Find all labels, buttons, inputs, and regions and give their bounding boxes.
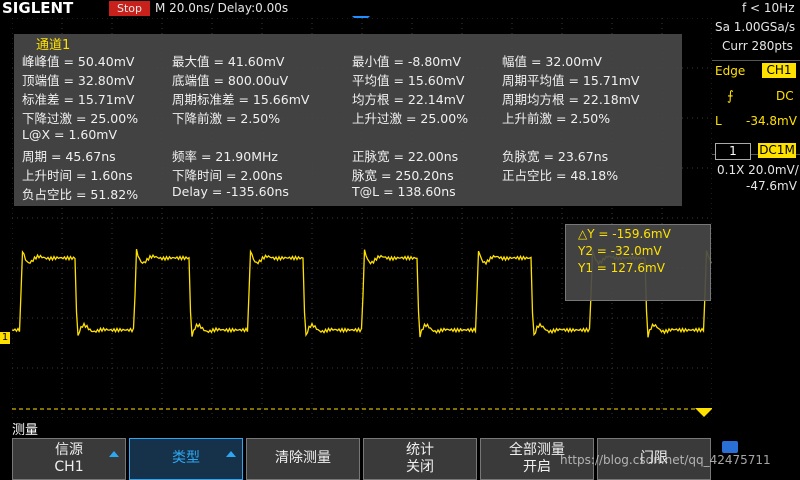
submenu-arrow-icon bbox=[109, 451, 119, 457]
measurement-value: 峰峰值 = 50.40mV bbox=[22, 54, 135, 69]
measurement-value: 负脉宽 = 23.67ns bbox=[502, 149, 609, 164]
cursor-readout-panel: △Y = -159.6mV Y2 = -32.0mV Y1 = 127.6mV bbox=[565, 224, 711, 301]
watermark-text: https://blog.csdn.net/qq_42475711 bbox=[560, 453, 771, 467]
right-info-panel: Sa 1.00GSa/s Curr 280pts Edge ⨍ DC L -34… bbox=[712, 18, 800, 436]
measurement-value: 下降前激 = 2.50% bbox=[172, 111, 281, 126]
trigger-level: -34.8mV bbox=[746, 114, 797, 128]
measurement-value: 周期平均值 = 15.71mV bbox=[502, 73, 640, 88]
channel-number[interactable]: 1 bbox=[715, 143, 751, 160]
button-label: 清除测量 bbox=[275, 450, 331, 466]
measurement-value: 正占空比 = 48.18% bbox=[502, 168, 619, 183]
acquisition-info: Sa 1.00GSa/s Curr 280pts bbox=[712, 18, 800, 61]
trigger-source-badge: CH1 bbox=[762, 63, 796, 78]
run-stop-status[interactable]: Stop bbox=[109, 1, 150, 16]
measurement-value: L@X = 1.60mV bbox=[22, 127, 118, 142]
rising-edge-icon: ⨍ bbox=[727, 89, 734, 104]
channel-coupling[interactable]: DC1M bbox=[758, 143, 796, 158]
measurement-value: 脉宽 = 250.20ns bbox=[352, 168, 454, 183]
measurement-value: 上升前激 = 2.50% bbox=[502, 111, 611, 126]
channel-scale: 0.1X 20.0mV/ bbox=[717, 163, 799, 177]
measurement-value: 上升时间 = 1.60ns bbox=[22, 168, 133, 183]
top-status-bar: SIGLENT Stop M 20.0ns/ Delay:0.00s f < 1… bbox=[0, 0, 800, 18]
ch1-offset-marker-icon[interactable]: 1 bbox=[0, 332, 10, 344]
measurement-value: 最小值 = -8.80mV bbox=[352, 54, 461, 69]
clear-measure-button[interactable]: 清除测量 bbox=[246, 438, 360, 480]
button-value: CH1 bbox=[54, 459, 84, 475]
measurement-value: 负占空比 = 51.82% bbox=[22, 187, 139, 202]
measurement-value: 周期标准差 = 15.66mV bbox=[172, 92, 310, 107]
measurement-value: 顶端值 = 32.80mV bbox=[22, 73, 135, 88]
trigger-level-marker-icon[interactable] bbox=[695, 408, 713, 417]
measurement-value: 上升过激 = 25.00% bbox=[352, 111, 469, 126]
measurement-value: 均方根 = 22.14mV bbox=[352, 92, 465, 107]
sample-rate: Sa 1.00GSa/s bbox=[715, 20, 796, 34]
measurement-value: 下降过激 = 25.00% bbox=[22, 111, 139, 126]
usb-icon bbox=[722, 441, 738, 453]
trigger-coupling: DC bbox=[776, 89, 794, 103]
timebase-readout: M 20.0ns/ Delay:0.00s bbox=[155, 1, 289, 15]
measurement-value: Delay = -135.60ns bbox=[172, 184, 289, 199]
measurement-panel: 通道1 峰峰值 = 50.40mV 最大值 = 41.60mV 最小值 = -8.8… bbox=[14, 34, 682, 206]
cursor-delta-y: △Y = -159.6mV bbox=[578, 227, 671, 241]
measurement-value: 周期均方根 = 22.18mV bbox=[502, 92, 640, 107]
brand-logo: SIGLENT bbox=[2, 0, 74, 17]
measurement-value: 周期 = 45.67ns bbox=[22, 149, 116, 164]
measurement-value: 最大值 = 41.60mV bbox=[172, 54, 285, 69]
submenu-arrow-icon bbox=[226, 451, 236, 457]
measurement-value: 下降时间 = 2.00ns bbox=[172, 168, 283, 183]
statistics-button[interactable]: 统计 关闭 bbox=[363, 438, 477, 480]
measurement-value: 正脉宽 = 22.00ns bbox=[352, 149, 459, 164]
button-label: 统计 bbox=[406, 442, 434, 458]
channel-offset: -47.6mV bbox=[746, 179, 797, 193]
source-button[interactable]: 信源 CH1 bbox=[12, 438, 126, 480]
menu-title: 测量 bbox=[12, 423, 39, 438]
measurement-value: T@L = 138.60ns bbox=[352, 184, 456, 199]
type-button[interactable]: 类型 bbox=[129, 438, 243, 480]
cursor-y2: Y2 = -32.0mV bbox=[578, 244, 662, 258]
measurement-value: 幅值 = 32.00mV bbox=[502, 54, 602, 69]
measurement-value: 标准差 = 15.71mV bbox=[22, 92, 135, 107]
measurement-value: 底端值 = 800.00uV bbox=[172, 73, 289, 88]
button-value: 关闭 bbox=[406, 459, 434, 475]
trigger-level-label: L bbox=[715, 114, 722, 128]
trigger-type: Edge bbox=[715, 64, 746, 78]
curr-points: Curr 280pts bbox=[722, 39, 793, 53]
measurement-value: 平均值 = 15.60mV bbox=[352, 73, 465, 88]
frequency-counter: f < 10Hz bbox=[742, 1, 795, 15]
cursor-y1: Y1 = 127.6mV bbox=[578, 261, 665, 275]
measurement-value: 频率 = 21.90MHz bbox=[172, 149, 278, 164]
